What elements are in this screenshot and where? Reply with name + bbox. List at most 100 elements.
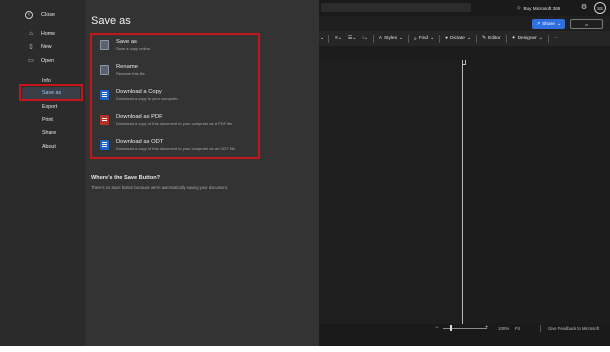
ribbon-divider bbox=[475, 34, 477, 43]
page-corner-mark bbox=[462, 60, 466, 65]
chevron-down-icon: ⌄ bbox=[430, 36, 435, 41]
save-as-panel: Save as Save as Save a copy online. Rena… bbox=[85, 0, 319, 346]
save-copy-icon bbox=[100, 40, 109, 50]
option-rename[interactable]: Rename Rename this file. bbox=[100, 64, 146, 77]
option-description: Download a copy of this document to your… bbox=[116, 121, 234, 126]
nav-item-save-as[interactable]: Save as bbox=[22, 87, 80, 99]
buy-label: Buy Microsoft 365 bbox=[523, 5, 561, 11]
backstage-nav: ‹ Close ⌂ Home ▯ New ▭ Open Info Save as… bbox=[0, 0, 85, 346]
designer-label: Designer bbox=[517, 36, 537, 41]
option-title: Download as PDF bbox=[116, 114, 163, 120]
styles-label: Styles bbox=[383, 36, 398, 41]
option-save-as[interactable]: Save as Save a copy online. bbox=[100, 39, 151, 52]
editor-label: Editor bbox=[488, 36, 501, 41]
nav-item-open[interactable]: ▭ Open bbox=[27, 55, 54, 66]
styles-icon: A bbox=[378, 36, 382, 41]
home-icon: ⌂ bbox=[29, 30, 33, 37]
option-download-copy[interactable]: Download a Copy Download a copy to your … bbox=[100, 89, 179, 102]
editor-button[interactable]: ✎ Editor bbox=[482, 36, 501, 41]
ribbon-divider bbox=[328, 34, 330, 43]
ribbon-divider bbox=[505, 34, 507, 43]
share-button[interactable]: ↗ Share ⌄ bbox=[532, 19, 565, 29]
align-icon[interactable]: ≡⌄ bbox=[335, 36, 342, 41]
chevron-down-icon: ⌄ bbox=[466, 36, 471, 41]
odt-icon bbox=[100, 140, 109, 150]
ribbon-divider bbox=[547, 34, 549, 43]
page-title: Save as bbox=[91, 15, 131, 27]
ribbon-divider bbox=[439, 34, 441, 43]
close-label: Close bbox=[41, 12, 56, 18]
diamond-icon: ◇ bbox=[517, 5, 521, 10]
download-doc-icon bbox=[100, 90, 109, 100]
ribbon: ⌄ ≡⌄ ☰⌄ ⁝⌄ A Styles ⌄ ⌕ Find ⌄ ● Dictate… bbox=[319, 31, 610, 46]
where-save-text: There's no Save button because we're aut… bbox=[91, 185, 228, 190]
document-page[interactable] bbox=[319, 60, 463, 324]
nav-item-label: Save as bbox=[42, 90, 62, 96]
nav-item-label: Home bbox=[41, 30, 56, 37]
zoom-level[interactable]: 100% bbox=[498, 326, 509, 331]
document-canvas bbox=[319, 46, 610, 324]
zoom-slider-thumb[interactable] bbox=[449, 325, 452, 331]
search-box[interactable] bbox=[321, 3, 471, 12]
pdf-icon bbox=[100, 115, 109, 125]
ribbon-divider bbox=[372, 34, 374, 43]
save-options-highlight-box: Save as Save a copy online. Rename Renam… bbox=[90, 33, 260, 159]
bullets-icon[interactable]: ⁝⌄ bbox=[362, 36, 368, 41]
nav-item-about[interactable]: About bbox=[42, 141, 56, 152]
nav-item-label: About bbox=[42, 143, 56, 150]
designer-button[interactable]: ✦ Designer ⌄ bbox=[512, 36, 543, 41]
nav-item-home[interactable]: ⌂ Home bbox=[27, 28, 55, 39]
nav-item-share[interactable]: Share bbox=[42, 127, 56, 138]
feedback-link[interactable]: Give Feedback to Microsoft bbox=[548, 326, 599, 331]
chevron-down-icon: ⌄ bbox=[556, 21, 561, 27]
gear-icon[interactable]: ⚙ bbox=[579, 3, 589, 13]
back-arrow-icon: ‹ bbox=[25, 11, 33, 19]
close-button[interactable]: ‹ Close bbox=[25, 9, 55, 21]
option-description: Rename this file. bbox=[116, 71, 146, 76]
status-bar: − + 100% Fit Give Feedback to Microsoft bbox=[319, 324, 610, 346]
rename-icon bbox=[100, 65, 109, 75]
find-button[interactable]: ⌕ Find ⌄ bbox=[414, 36, 434, 42]
option-download-odt[interactable]: Download as ODT Download a copy of this … bbox=[100, 139, 236, 152]
word-app: ‹ Close ⌂ Home ▯ New ▭ Open Info Save as… bbox=[0, 0, 610, 346]
option-description: Download a copy of this document to your… bbox=[116, 146, 236, 151]
nav-item-label: Share bbox=[42, 129, 57, 136]
buy-microsoft-365-link[interactable]: ◇ Buy Microsoft 365 bbox=[517, 3, 560, 13]
option-title: Rename bbox=[116, 64, 138, 70]
nav-item-export[interactable]: Export bbox=[42, 101, 57, 112]
option-download-pdf[interactable]: Download as PDF Download a copy of this … bbox=[100, 114, 233, 127]
find-label: Find bbox=[418, 36, 429, 41]
avatar[interactable]: SS bbox=[594, 2, 606, 14]
share-icon: ↗ bbox=[536, 21, 541, 27]
designer-icon: ✦ bbox=[511, 36, 516, 41]
styles-button[interactable]: A Styles ⌄ bbox=[379, 36, 403, 41]
ribbon-divider bbox=[408, 34, 410, 43]
comments-button[interactable]: ▭ bbox=[570, 19, 603, 29]
nav-item-info[interactable]: Info bbox=[42, 75, 51, 86]
more-options-button[interactable]: ··· bbox=[554, 36, 559, 41]
fit-button[interactable]: Fit bbox=[515, 326, 520, 331]
option-description: Download a copy to your computer. bbox=[116, 96, 179, 101]
option-title: Download as ODT bbox=[116, 139, 164, 145]
share-label: Share bbox=[542, 21, 555, 27]
nav-item-label: Export bbox=[42, 103, 58, 110]
chevron-down-icon: ⌄ bbox=[538, 36, 543, 41]
ribbon-overflow-chevron[interactable]: ⌄ bbox=[320, 36, 324, 41]
line-spacing-icon[interactable]: ☰⌄ bbox=[348, 36, 356, 41]
microphone-icon: ● bbox=[445, 36, 449, 41]
option-title: Save as bbox=[116, 39, 137, 45]
zoom-out-button[interactable]: − bbox=[435, 325, 439, 331]
zoom-in-button[interactable]: + bbox=[485, 325, 489, 331]
where-save-heading: Where's the Save Button? bbox=[91, 175, 161, 181]
share-row: ↗ Share ⌄ ▭ bbox=[319, 17, 610, 31]
search-icon: ⌕ bbox=[414, 36, 417, 42]
nav-item-new[interactable]: ▯ New bbox=[27, 41, 51, 52]
editor-pen-icon: ✎ bbox=[481, 36, 487, 41]
folder-icon: ▭ bbox=[28, 57, 34, 64]
comment-icon: ▭ bbox=[584, 21, 589, 27]
dictate-button[interactable]: ● Dictate ⌄ bbox=[445, 36, 471, 41]
chevron-down-icon: ⌄ bbox=[399, 36, 404, 41]
nav-item-print[interactable]: Print bbox=[42, 114, 53, 125]
option-description: Save a copy online. bbox=[116, 46, 151, 51]
nav-item-label: Info bbox=[42, 77, 51, 84]
